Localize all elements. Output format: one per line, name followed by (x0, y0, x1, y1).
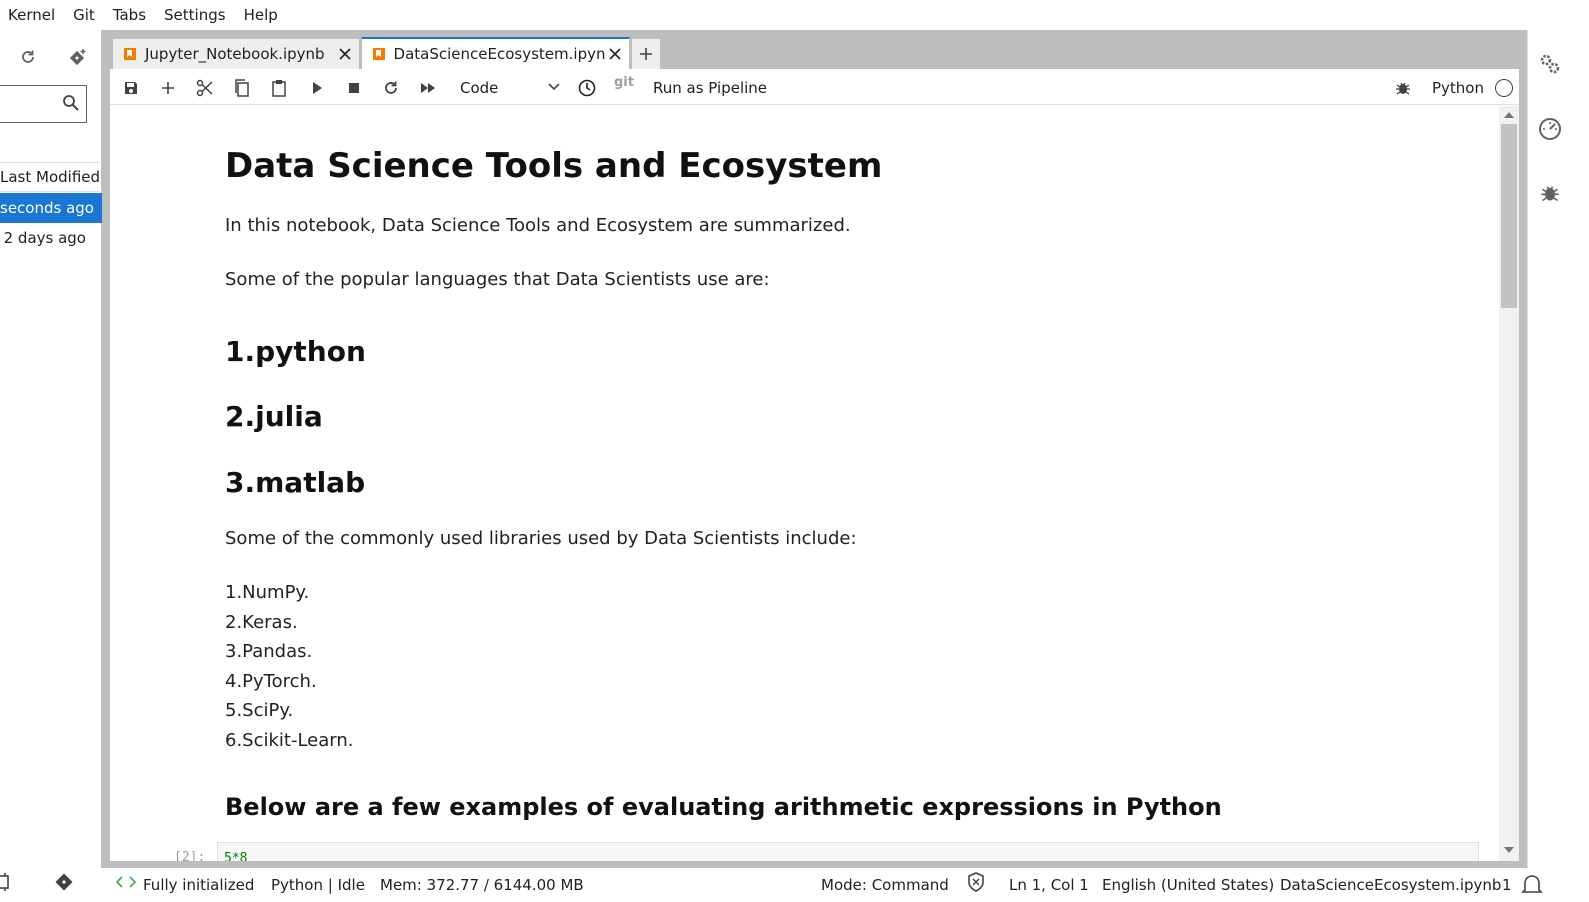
tab-jupyter-notebook[interactable]: Jupyter_Notebook.ipynb (112, 38, 360, 69)
libraries-intro: Some of the commonly used libraries used… (225, 528, 857, 549)
cell-type-value: Code (460, 79, 499, 97)
library-item: 6.Scikit-Learn. (225, 730, 354, 751)
tab-bar: Jupyter_Notebook.ipynb DataScienceEcosys… (112, 37, 662, 69)
menu-help[interactable]: Help (236, 6, 288, 24)
cell-type-select[interactable]: Code (460, 77, 560, 99)
paste-icon[interactable] (268, 77, 290, 99)
init-status[interactable]: Fully initialized (143, 874, 254, 896)
file-browser-toolbar (0, 44, 102, 72)
restart-icon[interactable] (380, 77, 402, 99)
run-as-pipeline-button[interactable]: Run as Pipeline (653, 77, 767, 99)
new-tab-button[interactable] (631, 38, 662, 69)
spellcheck-language[interactable]: English (United States) (1102, 874, 1274, 896)
git-status-icon[interactable] (54, 872, 74, 892)
language-item: 1.python (225, 335, 366, 368)
menu-git[interactable]: Git (65, 6, 105, 24)
notebook-icon (372, 47, 386, 61)
cell-prompt: [2]: (174, 850, 206, 861)
language-item: 3.matlab (225, 466, 366, 499)
code-text[interactable]: 5*8 (224, 851, 247, 861)
language-item: 2.julia (225, 400, 323, 433)
cut-icon[interactable] (194, 77, 216, 99)
right-sidebar (1527, 30, 1589, 868)
languages-intro: Some of the popular languages that Data … (225, 269, 770, 290)
menu-tabs[interactable]: Tabs (105, 6, 156, 24)
debugger-sidebar-icon[interactable] (1538, 181, 1562, 205)
tab-label: Jupyter_Notebook.ipynb (145, 45, 325, 63)
trusted-shield-icon[interactable] (967, 872, 985, 892)
intro-paragraph: In this notebook, Data Science Tools and… (225, 215, 851, 236)
status-bar: Fully initialized Python | Idle Mem: 372… (0, 868, 1589, 902)
stop-icon[interactable] (343, 77, 365, 99)
arithmetic-heading: Below are a few examples of evaluating a… (225, 793, 1222, 821)
chevron-down-icon (548, 81, 560, 93)
column-header-last-modified[interactable]: Last Modified (0, 162, 102, 192)
file-search-input[interactable] (0, 85, 87, 123)
menu-bar: Kernel Git Tabs Settings Help (0, 0, 1589, 30)
file-row[interactable]: seconds ago (0, 193, 102, 223)
scroll-up-icon[interactable] (1504, 112, 1514, 118)
lsp-status-icon (116, 874, 136, 890)
library-item: 2.Keras. (225, 612, 298, 633)
kernel-status[interactable]: Python | Idle (271, 874, 365, 896)
scroll-down-icon[interactable] (1504, 847, 1514, 853)
debugger-icon[interactable] (1392, 77, 1414, 99)
file-row[interactable]: 2 days ago (0, 223, 102, 253)
menu-kernel[interactable]: Kernel (0, 6, 65, 24)
kernel-name[interactable]: Python (1432, 77, 1484, 99)
library-item: 4.PyTorch. (225, 671, 317, 692)
property-inspector-icon[interactable] (1538, 52, 1562, 76)
search-icon (62, 94, 80, 112)
mode-status: Mode: Command (821, 876, 949, 894)
library-item: 1.NumPy. (225, 582, 310, 603)
current-filename: DataScienceEcosystem.ipynb (1280, 876, 1502, 894)
run-icon[interactable] (306, 77, 328, 99)
main-dock-area: Jupyter_Notebook.ipynb DataScienceEcosys… (102, 30, 1527, 868)
notebook-content: Data Science Tools and Ecosystem In this… (110, 106, 1499, 861)
tab-datascience-ecosystem[interactable]: DataScienceEcosystem.ipyn (360, 37, 631, 69)
notification-count: 1 (1502, 876, 1512, 894)
add-cell-icon[interactable] (157, 77, 179, 99)
git-label[interactable]: git (614, 75, 634, 90)
memory-usage: Mem: 372.77 / 6144.00 MB (380, 876, 584, 894)
library-item: 3.Pandas. (225, 641, 313, 662)
notebook-title: Data Science Tools and Ecosystem (225, 146, 883, 186)
save-icon[interactable] (120, 77, 142, 99)
resource-gauge-icon[interactable] (1538, 116, 1562, 140)
terminal-icon[interactable] (0, 872, 10, 892)
menu-settings[interactable]: Settings (156, 6, 236, 24)
kernel-status-icon (1495, 79, 1513, 97)
scrollbar-thumb[interactable] (1501, 124, 1517, 308)
close-icon[interactable] (609, 48, 622, 60)
code-cell[interactable]: 5*8 (217, 842, 1479, 861)
library-item: 5.SciPy. (225, 700, 294, 721)
file-browser-panel: Last Modified seconds ago 2 days ago (0, 30, 102, 868)
copy-icon[interactable] (231, 77, 253, 99)
notebook-icon (123, 47, 137, 61)
close-icon[interactable] (338, 48, 351, 60)
history-icon[interactable] (576, 77, 598, 99)
notebook-scrollbar[interactable] (1499, 106, 1519, 861)
tab-label: DataScienceEcosystem.ipyn (393, 45, 606, 63)
run-all-icon[interactable] (417, 77, 439, 99)
notebook-toolbar: Code git Run as Pipeline Python (110, 69, 1519, 105)
cursor-position[interactable]: Ln 1, Col 1 (1009, 874, 1089, 896)
bell-icon[interactable] (1521, 872, 1543, 896)
notebook-panel: Code git Run as Pipeline Python Data Sci… (110, 69, 1519, 861)
git-clone-icon[interactable] (66, 44, 90, 70)
refresh-icon[interactable] (18, 44, 38, 70)
